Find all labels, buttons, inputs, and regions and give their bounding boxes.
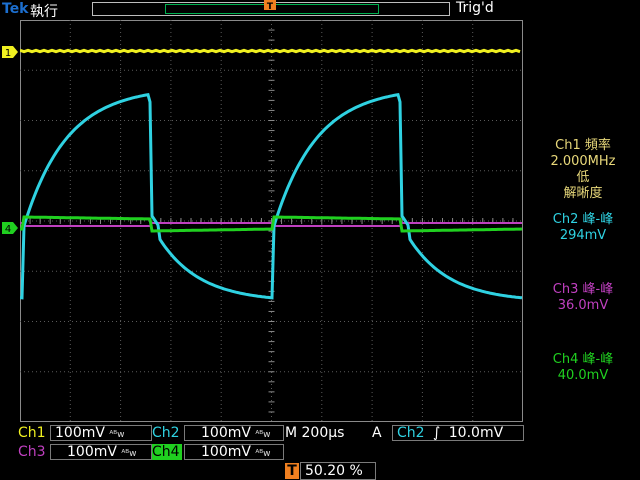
brand-logo: Tek [2,1,29,17]
acquisition-mode: A [372,425,382,441]
ch3-scale-box[interactable]: 100mV ᴬᴮ𝗐 [50,444,152,460]
measurement-value: 2.000MHz [550,154,616,169]
bandwidth-limit-icon: ᴬᴮ𝗐 [121,449,137,459]
ch1-scale-box[interactable]: 100mV ᴬᴮ𝗐 [50,425,152,441]
svg-text:4: 4 [5,224,11,234]
ch2-pk-pk-measurement[interactable]: Ch2 峰-峰 294mV [526,212,640,244]
measurement-value: 36.0mV [557,298,609,313]
ch2-scale: 100mV [201,425,251,441]
ch1-scale: 100mV [55,425,105,441]
svg-text:T: T [267,2,274,10]
ch4-scale: 100mV [201,444,251,460]
channel-readout-bar: Ch1 100mV ᴬᴮ𝗐 Ch2 100mV ᴬᴮ𝗐 M 200µs A Ch… [0,422,640,480]
measurement-label: Ch1 頻率 [555,138,611,153]
ch3-label[interactable]: Ch3 [18,444,46,460]
trigger-position-icon: T [285,463,299,479]
ch4-label[interactable]: Ch4 [152,444,182,460]
trigger-position-value: 50.20 % [305,463,363,479]
status-bar: Tek 執行 T Trig'd [0,0,640,20]
ch1-frequency-measurement[interactable]: Ch1 頻率 2.000MHz 低 解晰度 [526,138,640,202]
trigger-status: Trig'd [456,0,494,16]
trigger-source: Ch2 [397,425,425,441]
measurement-label: Ch3 峰-峰 [552,282,614,297]
measurement-label: Ch2 峰-峰 [552,212,614,227]
measurement-note: 低 [576,170,590,185]
measurement-label: Ch4 峰-峰 [552,352,614,367]
trigger-position-top-icon: T [264,0,276,10]
ch1-label[interactable]: Ch1 [18,425,46,441]
ch3-scale: 100mV [67,444,117,460]
waveform-display[interactable] [20,20,523,422]
ch1-trace [20,48,521,54]
trigger-level: 10.0mV [448,425,504,441]
ch1-ground-marker[interactable]: 1 [2,46,18,58]
measurement-note: 解晰度 [563,186,603,201]
measurement-value: 294mV [559,228,607,243]
ch4-scale-box[interactable]: 100mV ᴬᴮ𝗐 [184,444,284,460]
trigger-slope-icon: ∫ [433,425,441,441]
bandwidth-limit-icon: ᴬᴮ𝗐 [255,449,271,459]
ch3-pk-pk-measurement[interactable]: Ch3 峰-峰 36.0mV [526,282,640,314]
svg-text:1: 1 [5,48,11,58]
trigger-readout-box[interactable]: Ch2 ∫ 10.0mV [392,425,524,441]
bandwidth-limit-icon: ᴬᴮ𝗐 [255,430,271,440]
ch2-label[interactable]: Ch2 [152,425,180,441]
trigger-position-box[interactable]: 50.20 % [300,462,376,480]
ch4-pk-pk-measurement[interactable]: Ch4 峰-峰 40.0mV [526,352,640,384]
ch2-scale-box[interactable]: 100mV ᴬᴮ𝗐 [184,425,284,441]
acquisition-state: 執行 [30,4,58,20]
ch4-ground-marker[interactable]: 4 [2,222,18,234]
measurement-value: 40.0mV [557,368,609,383]
bandwidth-limit-icon: ᴬᴮ𝗐 [109,430,125,440]
timebase-readout[interactable]: M 200µs [285,425,344,441]
